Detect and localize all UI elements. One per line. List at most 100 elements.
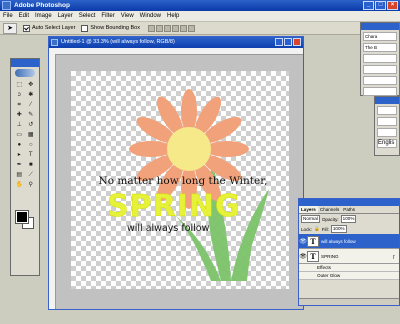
font-size-field[interactable] (363, 54, 397, 63)
clone-stamp-icon[interactable]: ⊥ (14, 121, 25, 130)
layer-name: SPRING (321, 253, 339, 259)
effects-row[interactable]: Effects (299, 264, 399, 272)
auto-select-label: Auto Select Layer (32, 25, 76, 31)
menu-layer[interactable]: Layer (55, 13, 76, 19)
tracking-field[interactable] (363, 76, 397, 85)
blur-tool-icon[interactable]: ● (14, 141, 25, 150)
dodge-tool-icon[interactable]: ○ (26, 141, 37, 150)
auto-select-checkbox[interactable] (23, 24, 30, 32)
eyedropper-tool-icon[interactable]: ⟋ (26, 171, 37, 180)
healing-brush-icon[interactable]: ✚ (14, 111, 25, 120)
foreground-color-swatch[interactable] (15, 210, 29, 224)
horizontal-ruler (49, 48, 303, 55)
paragraph-row[interactable] (377, 106, 397, 115)
opacity-label: Opacity: (321, 216, 339, 222)
layer-row[interactable]: 👁 T SPRING ƒ (299, 249, 399, 264)
menu-help[interactable]: Help (164, 13, 182, 19)
bounding-box-checkbox[interactable] (81, 24, 89, 32)
magic-wand-tool-icon[interactable]: ✱ (26, 91, 37, 100)
opacity-field[interactable]: 100% (340, 215, 357, 223)
eraser-tool-icon[interactable]: ▭ (14, 131, 25, 140)
toolbox-header[interactable] (11, 59, 39, 67)
paragraph-panel-header[interactable] (375, 97, 399, 104)
type-layer-thumbnail-icon: T (307, 235, 319, 247)
pen-tool-icon[interactable]: ✒ (14, 161, 25, 170)
menu-filter[interactable]: Filter (98, 13, 117, 19)
brush-tool-icon[interactable]: ✎ (26, 111, 37, 120)
font-family-field[interactable]: The B (363, 43, 397, 52)
lasso-tool-icon[interactable]: ↄ (14, 91, 25, 100)
align-middle-icon[interactable] (155, 24, 163, 32)
layers-panel-header[interactable] (299, 199, 399, 206)
zoom-tool-icon[interactable]: ⚲ (26, 181, 37, 190)
maximize-button[interactable]: □ (375, 1, 386, 10)
vertical-ruler (49, 54, 56, 309)
paragraph-panel: Englis (374, 96, 400, 156)
tab-layers[interactable]: Layers (299, 206, 318, 213)
path-selection-icon[interactable]: ▸ (14, 151, 25, 160)
paragraph-row[interactable] (377, 128, 397, 137)
paragraph-row[interactable] (377, 117, 397, 126)
layers-panel: Layers Channels Paths Normal Opacity: 10… (298, 198, 400, 306)
history-brush-icon[interactable]: ↺ (26, 121, 37, 130)
window-title: Adobe Photoshop (14, 2, 70, 9)
flower-center (167, 127, 211, 171)
menu-image[interactable]: Image (32, 13, 55, 19)
move-tool-icon-box[interactable]: ✥ (26, 81, 37, 90)
hand-tool-icon[interactable]: ✋ (14, 181, 25, 190)
align-top-icon[interactable] (147, 24, 155, 32)
notes-tool-icon[interactable]: ▤ (14, 171, 25, 180)
adobe-logo-icon[interactable] (15, 69, 35, 77)
align-center-icon[interactable] (179, 24, 187, 32)
align-buttons (147, 24, 195, 32)
art-line-3: will always follow (127, 223, 210, 234)
menu-view[interactable]: View (118, 13, 137, 19)
align-bottom-icon[interactable] (163, 24, 171, 32)
type-tool-icon[interactable]: T (26, 151, 37, 160)
align-right-icon[interactable] (187, 24, 195, 32)
effects-label: Effects (317, 265, 331, 270)
tab-channels[interactable]: Channels (318, 206, 341, 213)
photoshop-window: Adobe Photoshop _ □ × File Edit Image La… (0, 0, 400, 324)
doc-minimize-button[interactable] (275, 38, 283, 46)
character-panel-header[interactable] (361, 23, 399, 30)
language-field[interactable]: Englis (377, 139, 397, 148)
outer-glow-row[interactable]: Outer Glow (299, 272, 399, 280)
options-bar: ➤ Auto Select Layer Show Bounding Box (0, 22, 400, 35)
menu-window[interactable]: Window (137, 13, 164, 19)
color-field[interactable] (363, 87, 397, 96)
eye-icon[interactable]: 👁 (299, 253, 307, 260)
leading-field[interactable] (363, 65, 397, 74)
canvas[interactable]: No matter how long the Winter, SPRING wi… (71, 71, 289, 289)
doc-maximize-button[interactable] (284, 38, 292, 46)
menu-select[interactable]: Select (76, 13, 99, 19)
slice-tool-icon[interactable]: ⁄ (26, 101, 37, 110)
lock-icon[interactable]: 🔒 (314, 226, 320, 232)
eye-icon[interactable]: 👁 (299, 238, 307, 245)
crop-tool-icon[interactable]: ⌗ (14, 101, 25, 110)
close-button[interactable]: × (387, 1, 398, 10)
menu-file[interactable]: File (0, 13, 16, 19)
tab-paths[interactable]: Paths (341, 206, 357, 213)
minimize-button[interactable]: _ (363, 1, 374, 10)
lock-label: Lock: (301, 226, 312, 232)
blend-mode-select[interactable]: Normal (301, 215, 320, 223)
marquee-tool-icon[interactable]: ⬚ (14, 81, 25, 90)
character-tab[interactable]: Chara (363, 32, 397, 41)
shape-tool-icon[interactable]: ■ (26, 161, 37, 170)
title-bar: Adobe Photoshop _ □ × (0, 0, 400, 11)
bounding-box-label: Show Bounding Box (90, 25, 140, 31)
effects-icon[interactable]: ƒ (392, 254, 395, 259)
document-title-bar[interactable]: Untitled-1 @ 33.3% (will always follow, … (49, 37, 303, 48)
layer-row[interactable]: 👁 T will always follow (299, 234, 399, 249)
fill-label: Fill: (321, 226, 329, 232)
art-spring-text: SPRING (107, 189, 241, 225)
fill-field[interactable]: 100% (330, 225, 347, 233)
align-left-icon[interactable] (171, 24, 179, 32)
photoshop-app-icon (2, 1, 11, 10)
gradient-tool-icon[interactable]: ▦ (26, 131, 37, 140)
toolbox: ⬚ ✥ ↄ ✱ ⌗ ⁄ ✚ ✎ ⊥ ↺ ▭ ▦ ● ○ ▸ T ✒ ■ ▤ ⟋ … (10, 58, 40, 276)
move-tool-icon[interactable]: ➤ (3, 22, 17, 34)
doc-close-button[interactable] (293, 38, 301, 46)
menu-edit[interactable]: Edit (16, 13, 32, 19)
